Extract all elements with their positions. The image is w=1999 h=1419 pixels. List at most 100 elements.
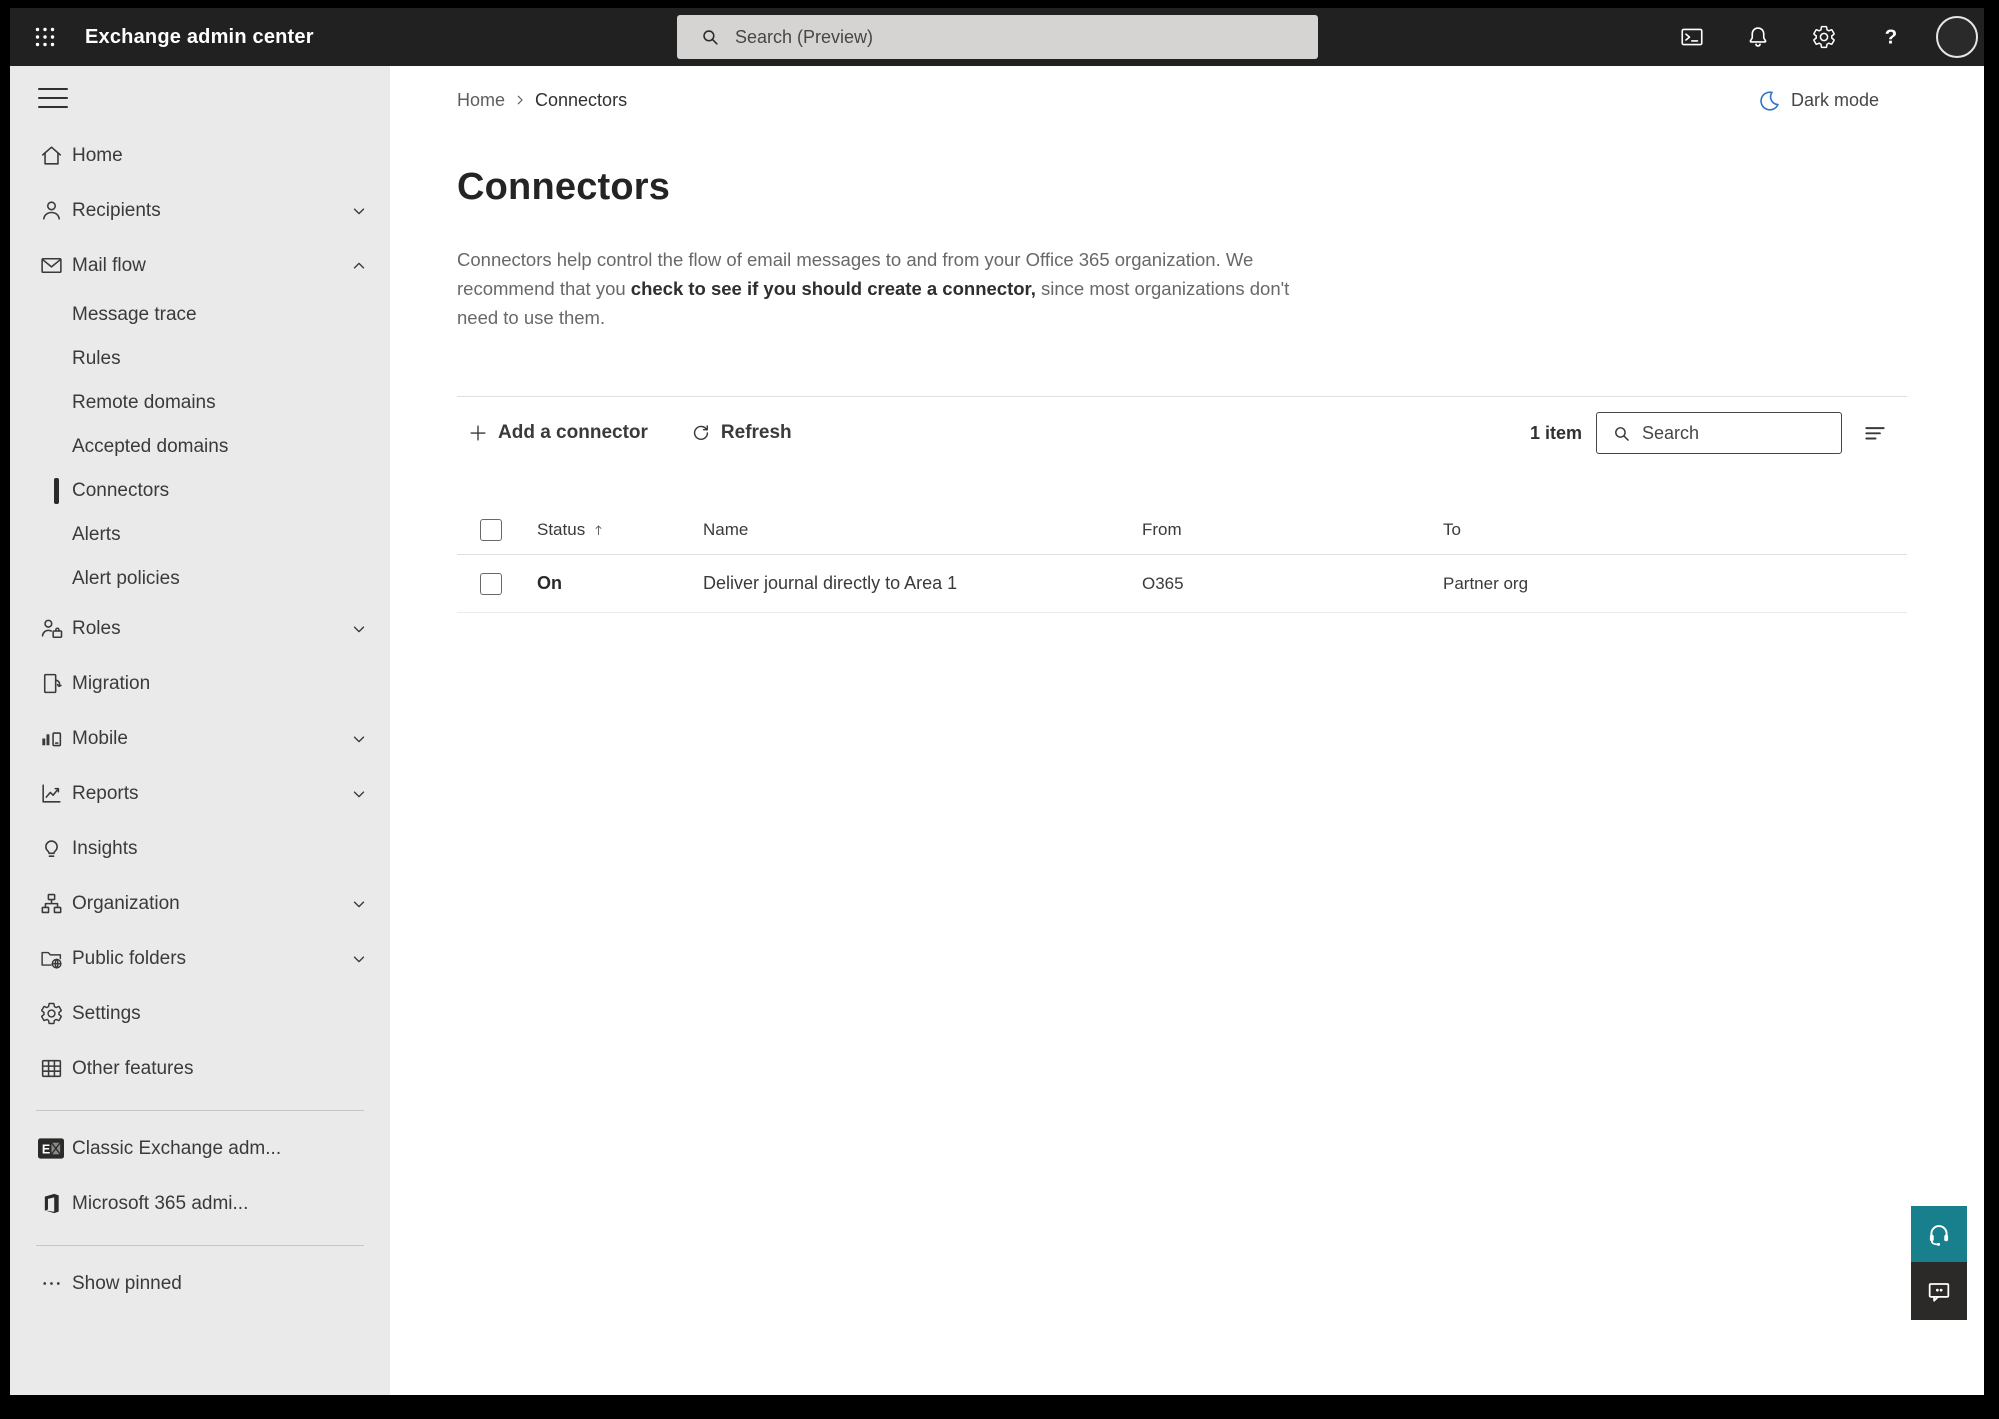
search-icon — [703, 30, 718, 45]
list-search[interactable] — [1596, 412, 1842, 454]
main-content: Home Connectors Dark mode Connectors Con… — [390, 66, 1984, 1395]
table-header-row: Status Name From To — [457, 505, 1907, 555]
select-all-checkbox[interactable] — [480, 518, 502, 541]
connectors-table: Status Name From To On Deliver journal d… — [457, 505, 1907, 613]
topbar-actions: ? — [1672, 8, 1978, 66]
column-label: To — [1443, 519, 1461, 539]
left-nav: Home Recipients Mail flow Message trace … — [10, 66, 390, 1395]
global-search-input[interactable] — [735, 26, 1275, 48]
sidebar-item-organization[interactable]: Organization — [10, 876, 390, 931]
add-connector-button[interactable]: Add a connector — [457, 416, 658, 450]
sidebar-item-label: Public folders — [72, 947, 187, 969]
sidebar-item-accepted-domains[interactable]: Accepted domains — [10, 425, 390, 469]
sidebar-item-label: Other features — [72, 1057, 194, 1079]
sidebar-item-microsoft-365-admin[interactable]: Microsoft 365 admi... — [10, 1176, 390, 1231]
notifications-bell-icon[interactable] — [1738, 17, 1778, 57]
sidebar-item-label: Microsoft 365 admi... — [72, 1192, 249, 1214]
sidebar-item-label: Rules — [72, 348, 121, 369]
reports-icon — [38, 781, 64, 807]
sidebar-item-label: Insights — [72, 837, 138, 859]
roles-icon — [38, 616, 64, 642]
page-description: Connectors help control the flow of emai… — [457, 245, 1305, 332]
help-support-button[interactable] — [1911, 1206, 1967, 1262]
description-link[interactable]: check to see if you should create a conn… — [631, 278, 1036, 299]
powershell-terminal-icon[interactable] — [1672, 17, 1712, 57]
chevron-down-icon — [350, 730, 368, 748]
sort-ascending-icon — [595, 524, 602, 535]
breadcrumb: Home Connectors — [457, 90, 627, 111]
sidebar-item-label: Show pinned — [72, 1272, 182, 1294]
dark-mode-label: Dark mode — [1790, 89, 1879, 110]
mobile-icon — [38, 726, 64, 752]
sidebar-item-remote-domains[interactable]: Remote domains — [10, 381, 390, 425]
moon-icon — [1760, 90, 1779, 111]
column-label: Name — [703, 519, 749, 539]
sidebar-item-label: Organization — [72, 892, 180, 914]
sidebar-item-recipients[interactable]: Recipients — [10, 183, 390, 238]
sidebar-item-mail-flow[interactable]: Mail flow — [10, 238, 390, 293]
chevron-down-icon — [350, 950, 368, 968]
sidebar-item-label: Mail flow — [72, 254, 146, 276]
sidebar-item-label: Roles — [72, 617, 121, 639]
sidebar-item-settings[interactable]: Settings — [10, 986, 390, 1041]
sidebar-item-label: Reports — [72, 782, 139, 804]
settings-gear-icon[interactable] — [1804, 17, 1844, 57]
feedback-button[interactable] — [1911, 1262, 1967, 1320]
person-icon — [38, 198, 64, 224]
refresh-button[interactable]: Refresh — [680, 416, 802, 450]
sidebar-item-label: Remote domains — [72, 392, 216, 413]
help-icon[interactable]: ? — [1870, 17, 1910, 57]
public-folders-icon — [38, 946, 64, 972]
sidebar-item-home[interactable]: Home — [10, 128, 390, 183]
selected-indicator — [54, 478, 59, 504]
column-header-to[interactable]: To — [1443, 520, 1907, 540]
sidebar-item-message-trace[interactable]: Message trace — [10, 293, 390, 337]
column-header-status[interactable]: Status — [537, 520, 703, 540]
refresh-icon — [693, 425, 709, 441]
nav-collapse-icon[interactable] — [38, 88, 68, 108]
row-select-cell — [457, 572, 537, 595]
table-row: On Deliver journal directly to Area 1 O3… — [457, 555, 1907, 613]
sidebar-item-alerts[interactable]: Alerts — [10, 513, 390, 557]
sidebar-divider — [36, 1110, 364, 1111]
dark-mode-toggle[interactable]: Dark mode — [1758, 89, 1907, 112]
add-connector-label: Add a connector — [498, 422, 648, 443]
page-title: Connectors — [457, 166, 671, 208]
cell-name[interactable]: Deliver journal directly to Area 1 — [703, 573, 1142, 594]
feedback-bubble-icon — [1928, 1283, 1950, 1302]
row-checkbox[interactable] — [480, 572, 502, 595]
sidebar-item-label: Connectors — [72, 480, 170, 501]
sidebar-item-other-features[interactable]: Other features — [10, 1041, 390, 1096]
ellipsis-icon — [38, 1271, 64, 1297]
cell-from: O365 — [1142, 573, 1184, 593]
sidebar-item-public-folders[interactable]: Public folders — [10, 931, 390, 986]
sidebar-item-label: Mobile — [72, 727, 128, 749]
breadcrumb-current: Connectors — [535, 89, 628, 110]
breadcrumb-home-link[interactable]: Home — [457, 90, 505, 111]
sidebar-item-migration[interactable]: Migration — [10, 656, 390, 711]
account-avatar[interactable] — [1936, 16, 1978, 58]
global-search[interactable] — [677, 15, 1318, 59]
list-search-input[interactable] — [1642, 422, 1812, 444]
plus-icon — [470, 425, 486, 441]
column-label: Status — [537, 519, 586, 539]
filter-icon[interactable] — [1858, 416, 1892, 450]
chevron-down-icon — [350, 785, 368, 803]
sidebar-item-connectors[interactable]: Connectors — [10, 469, 390, 513]
sidebar-item-roles[interactable]: Roles — [10, 601, 390, 656]
app-window: Exchange admin center Search (Preview) ?… — [10, 8, 1984, 1395]
list-toolbar: Add a connector Refresh 1 item — [457, 411, 1907, 455]
column-header-from[interactable]: From — [1142, 520, 1443, 540]
sidebar-item-insights[interactable]: Insights — [10, 821, 390, 876]
column-header-name[interactable]: Name — [703, 520, 1142, 540]
sidebar-item-rules[interactable]: Rules — [10, 337, 390, 381]
sidebar-item-alert-policies[interactable]: Alert policies — [10, 557, 390, 601]
app-launcher-icon[interactable] — [25, 17, 65, 57]
chevron-down-icon — [350, 620, 368, 638]
sidebar-item-reports[interactable]: Reports — [10, 766, 390, 821]
sidebar-item-label: Message trace — [72, 304, 197, 325]
sidebar-item-show-pinned[interactable]: Show pinned — [10, 1256, 390, 1311]
breadcrumb-separator-icon — [513, 93, 527, 107]
sidebar-item-classic-exchange-admin[interactable]: E Classic Exchange adm... — [10, 1121, 390, 1176]
sidebar-item-mobile[interactable]: Mobile — [10, 711, 390, 766]
